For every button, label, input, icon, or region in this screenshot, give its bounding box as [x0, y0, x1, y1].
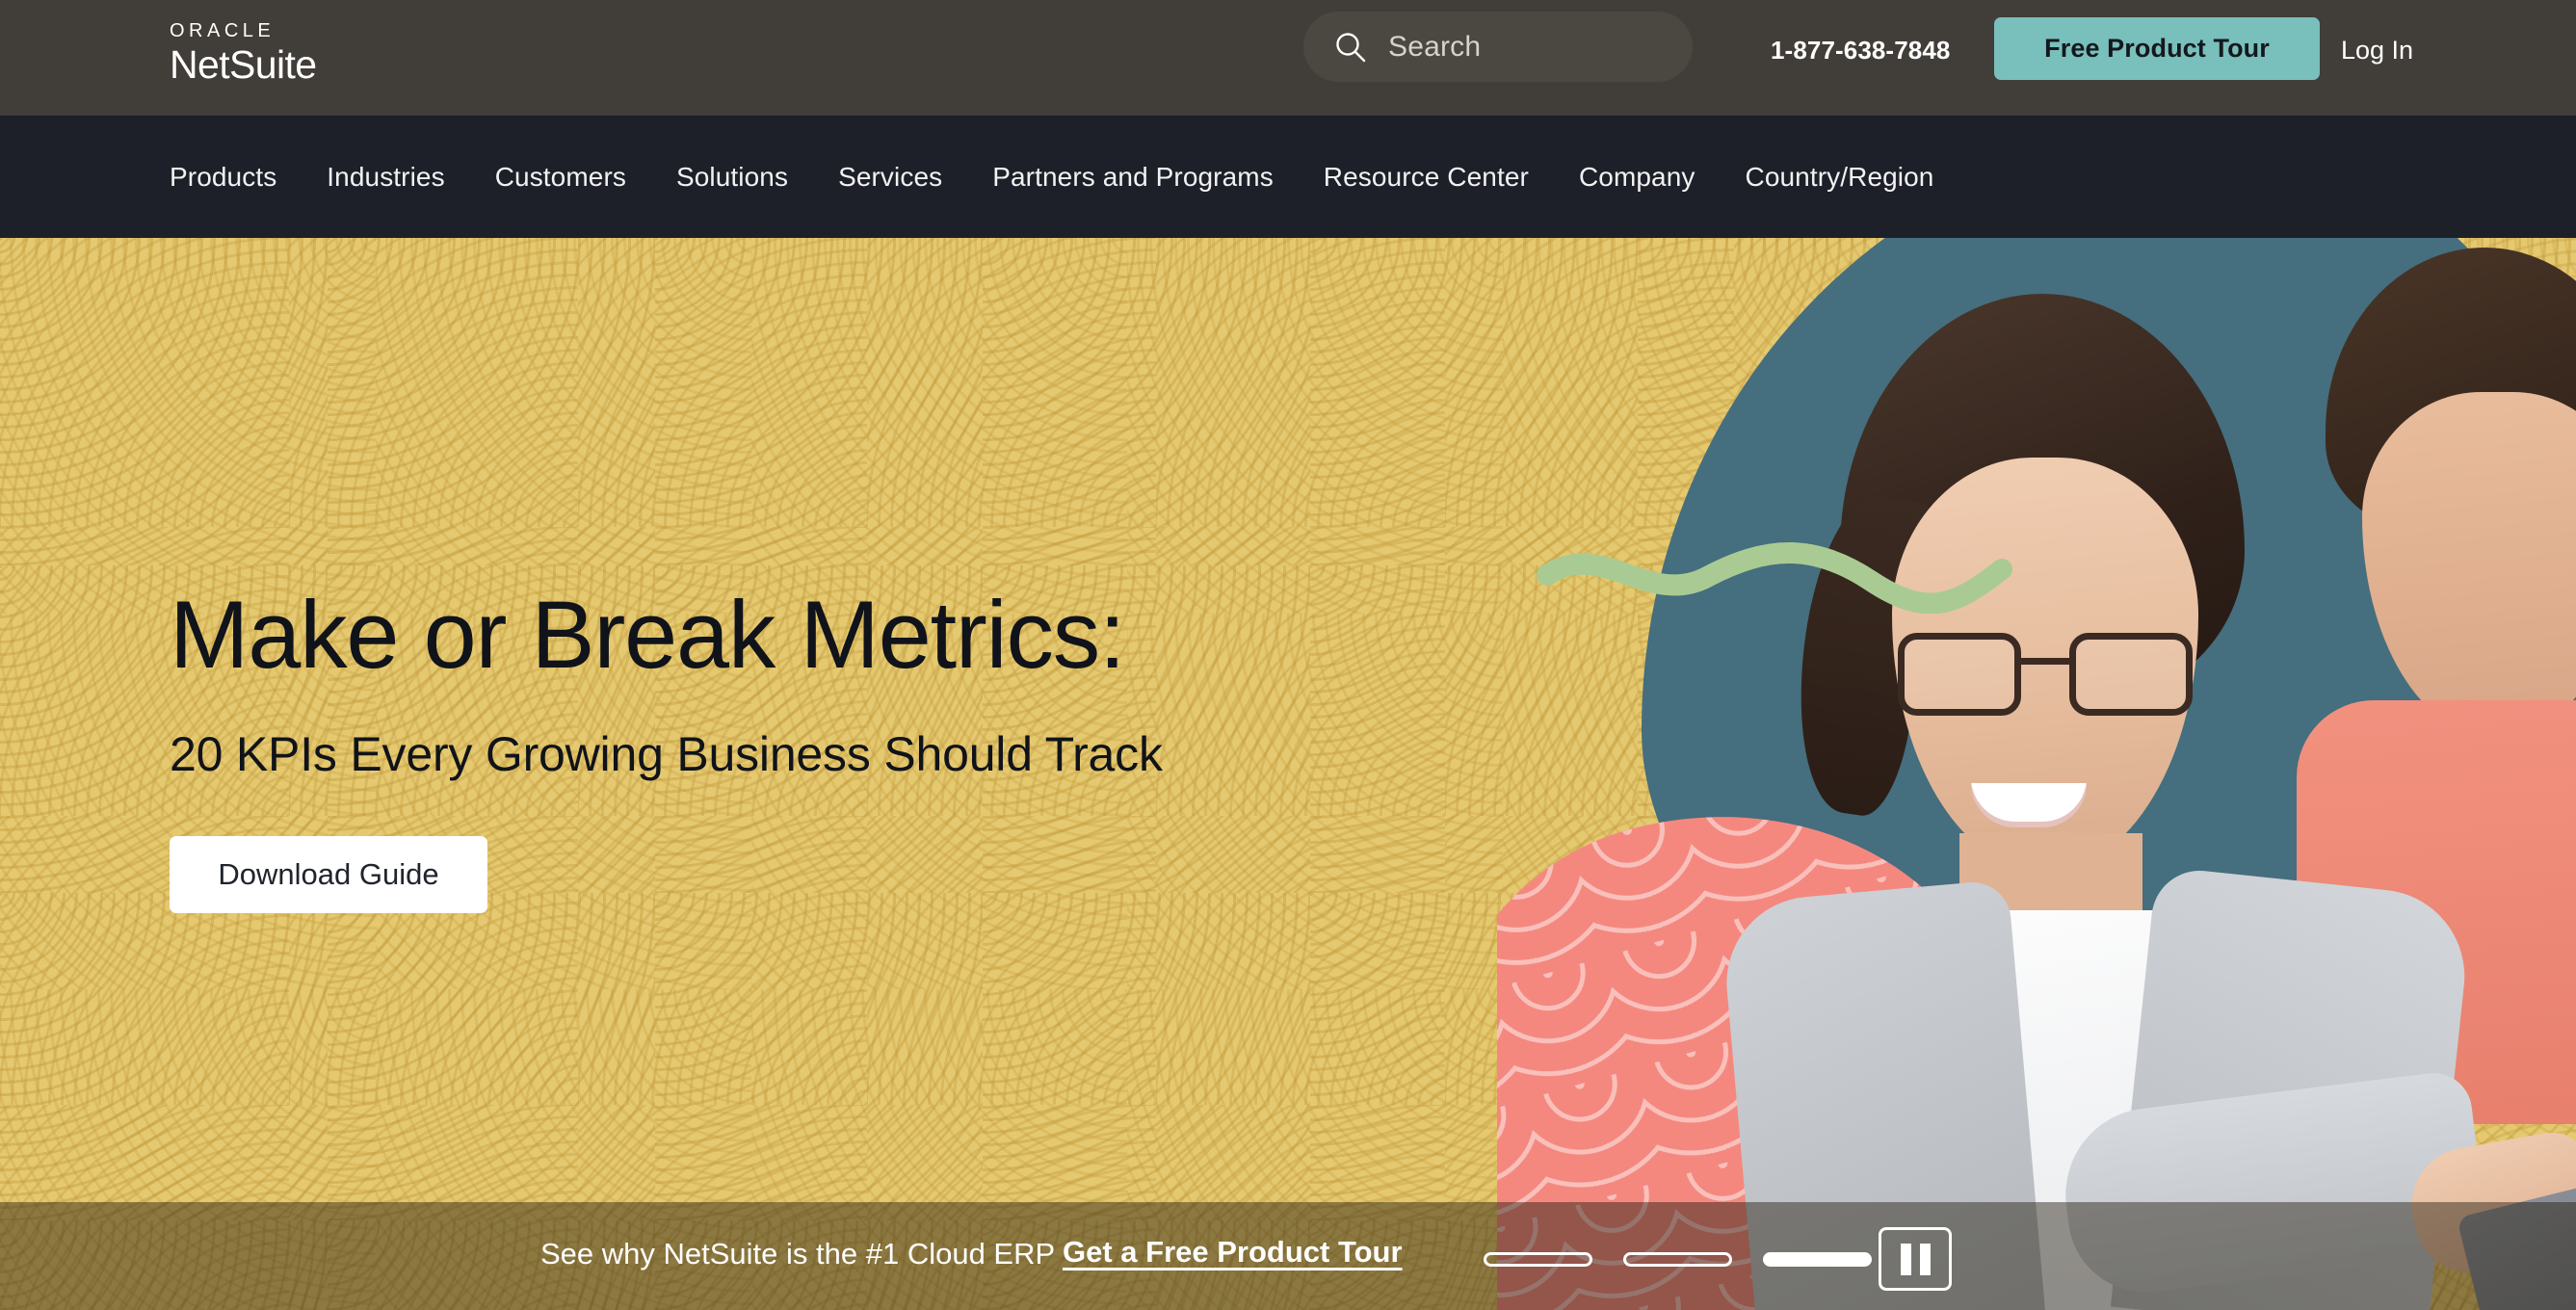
promo-text: See why NetSuite is the #1 Cloud ERP: [540, 1237, 1056, 1271]
free-product-tour-button[interactable]: Free Product Tour: [1994, 17, 2320, 80]
site-header: ORACLE NetSuite Search 1-877-638-7848 Fr…: [0, 0, 2576, 116]
pause-icon-bar-right: [1919, 1243, 1931, 1275]
hero-title: Make or Break Metrics:: [170, 581, 1126, 688]
nav-item-industries[interactable]: Industries: [327, 162, 444, 193]
oracle-netsuite-logo[interactable]: ORACLE NetSuite: [170, 20, 317, 87]
oracle-wordmark: ORACLE: [170, 20, 276, 41]
nav-item-services[interactable]: Services: [838, 162, 942, 193]
nav-item-products[interactable]: Products: [170, 162, 276, 193]
search-icon: [1336, 32, 1366, 62]
search-placeholder: Search: [1388, 30, 1482, 63]
nav-item-country-region[interactable]: Country/Region: [1746, 162, 1934, 193]
carousel-dot-2[interactable]: [1623, 1252, 1732, 1267]
pause-icon-bar-left: [1900, 1243, 1911, 1275]
glasses-lens-right: [2069, 633, 2193, 716]
carousel-indicators: [1484, 1252, 1872, 1267]
promo-banner: See why NetSuite is the #1 Cloud ERP Get…: [0, 1202, 2576, 1310]
woman-glasses-icon: [1898, 633, 2193, 721]
log-in-link[interactable]: Log In: [2341, 36, 2413, 66]
download-guide-button[interactable]: Download Guide: [170, 835, 487, 913]
carousel-pause-button[interactable]: [1879, 1227, 1952, 1291]
nav-item-company[interactable]: Company: [1579, 162, 1695, 193]
nav-item-partners-and-programs[interactable]: Partners and Programs: [992, 162, 1274, 193]
phone-number-link[interactable]: 1-877-638-7848: [1771, 36, 1950, 66]
people-photo: [1497, 238, 2576, 1310]
netsuite-wordmark: NetSuite: [170, 42, 317, 87]
hero-subtitle: 20 KPIs Every Growing Business Should Tr…: [170, 726, 1163, 781]
hero-banner: Make or Break Metrics: 20 KPIs Every Gro…: [0, 238, 2576, 1310]
carousel-dot-1[interactable]: [1484, 1252, 1592, 1267]
nav-item-solutions[interactable]: Solutions: [676, 162, 788, 193]
glasses-lens-left: [1898, 633, 2021, 716]
nav-item-customers[interactable]: Customers: [495, 162, 626, 193]
carousel-dot-3[interactable]: [1763, 1252, 1872, 1267]
get-free-product-tour-link[interactable]: Get a Free Product Tour: [1063, 1235, 1403, 1270]
nav-item-resource-center[interactable]: Resource Center: [1324, 162, 1529, 193]
woman-figure: [1719, 294, 2576, 1310]
main-navigation: Products Industries Customers Solutions …: [0, 116, 2576, 238]
glasses-bridge: [2021, 658, 2071, 665]
green-squiggle-icon: [1537, 542, 2012, 614]
hero-copy-block: Make or Break Metrics: 20 KPIs Every Gro…: [170, 581, 1163, 913]
search-input[interactable]: Search: [1303, 12, 1693, 82]
hero-photo-collage: [1497, 238, 2576, 1310]
